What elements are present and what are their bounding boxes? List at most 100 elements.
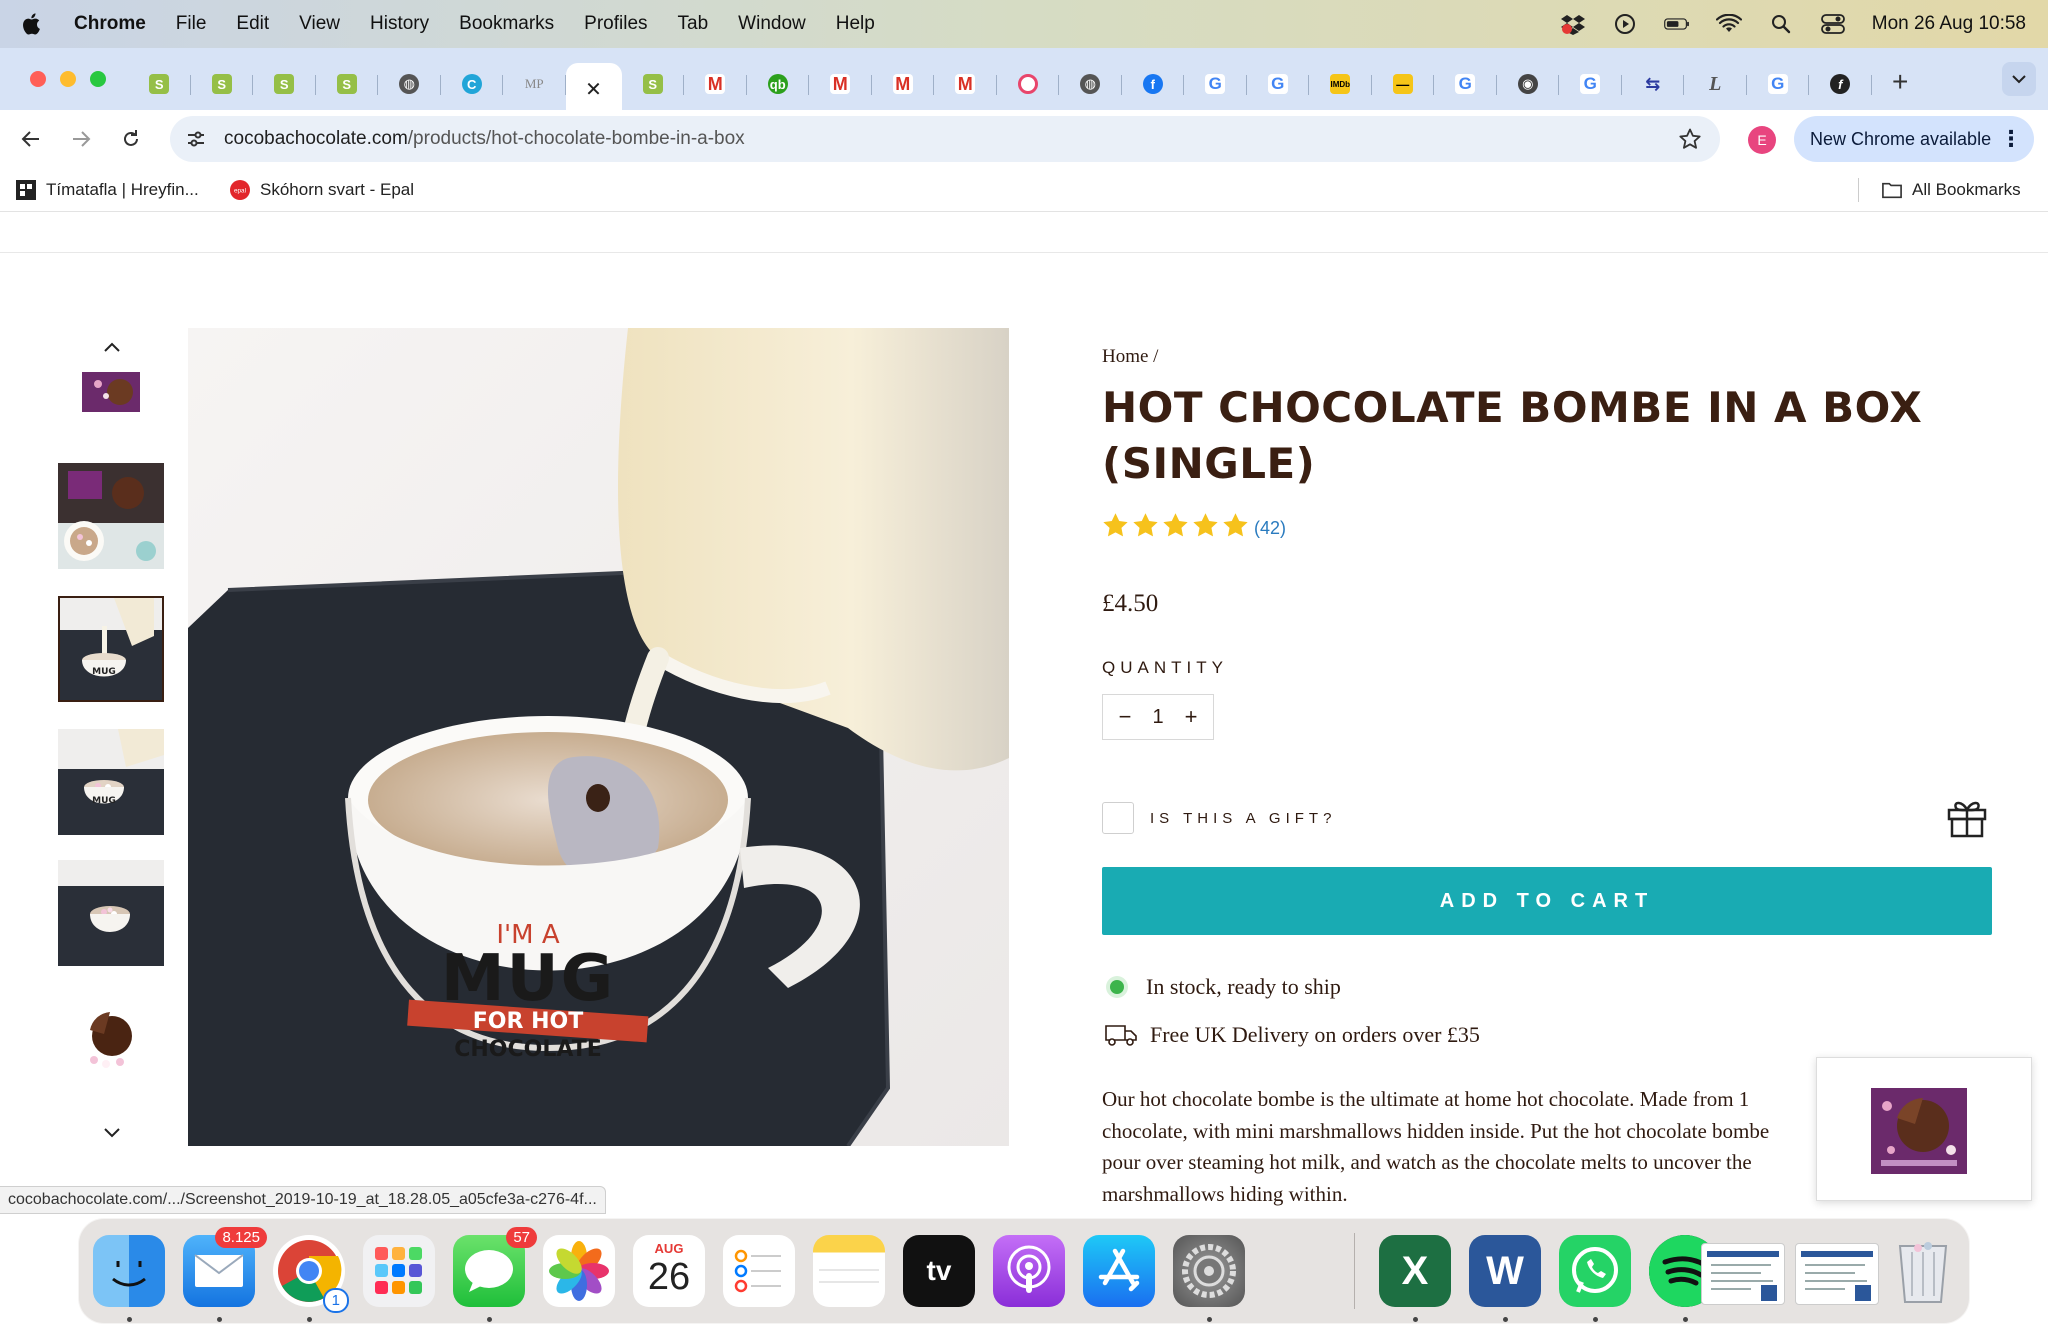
quantity-plus-button[interactable]: +	[1179, 704, 1203, 730]
calendar-icon[interactable]: AUG 26	[633, 1235, 705, 1307]
thumbnail-4[interactable]: MUG	[58, 729, 164, 835]
minimized-word-doc-2[interactable]	[1795, 1243, 1879, 1305]
tab-yellow[interactable]: —	[1372, 63, 1435, 105]
tab-globe-2[interactable]: ◍	[1059, 63, 1122, 105]
thumbnail-5[interactable]	[58, 860, 164, 966]
close-tab-icon[interactable]: ✕	[585, 77, 602, 102]
messages-icon[interactable]: 57	[453, 1227, 537, 1307]
tab-gmail-4[interactable]: M	[934, 63, 997, 105]
play-circle-icon[interactable]	[1612, 13, 1638, 35]
menu-app-name[interactable]: Chrome	[74, 13, 146, 35]
menu-history[interactable]: History	[370, 13, 429, 35]
tab-quickbooks[interactable]: qb	[747, 63, 810, 105]
spotlight-search-icon[interactable]	[1768, 13, 1794, 35]
tab-gmail-1[interactable]: M	[684, 63, 747, 105]
tab-google-5[interactable]: G	[1747, 63, 1810, 105]
tab-search-button[interactable]	[2002, 62, 2036, 96]
new-chrome-available-button[interactable]: New Chrome available ⋮	[1794, 116, 2034, 162]
tab-active-cocoba[interactable]: ✕	[565, 63, 622, 115]
trash-icon[interactable]	[1887, 1235, 1959, 1307]
breadcrumb[interactable]: Home /	[1102, 346, 1158, 368]
menubar-clock[interactable]: Mon 26 Aug 10:58	[1872, 13, 2026, 35]
tab-script[interactable]: L	[1684, 63, 1747, 105]
tab-shopify-2[interactable]: S	[191, 63, 254, 105]
dropbox-icon[interactable]	[1560, 13, 1586, 35]
tab-gmail-3[interactable]: M	[872, 63, 935, 105]
sticky-product-thumbnail[interactable]	[1816, 1057, 2032, 1201]
notes-icon[interactable]	[813, 1235, 885, 1307]
tab-mp[interactable]: MP	[503, 63, 566, 105]
tab-google-3[interactable]: G	[1434, 63, 1497, 105]
thumbnails-up-chevron-icon[interactable]	[100, 336, 124, 360]
tab-canva[interactable]: C	[441, 63, 504, 105]
gift-checkbox[interactable]	[1102, 802, 1134, 834]
star-rating[interactable]	[1102, 512, 1249, 538]
mail-icon[interactable]: 8.125	[183, 1227, 267, 1307]
main-product-image[interactable]: I'M A MUG FOR HOT CHOCOLATE	[188, 328, 1009, 1146]
apple-menu-icon[interactable]	[22, 12, 44, 36]
bookmark-star-icon[interactable]	[1678, 127, 1702, 156]
site-settings-icon[interactable]	[182, 125, 210, 153]
wifi-icon[interactable]	[1715, 13, 1742, 35]
tab-gmail-2[interactable]: M	[809, 63, 872, 105]
zoom-window-button[interactable]	[90, 71, 106, 87]
add-to-cart-button[interactable]: ADD TO CART	[1102, 867, 1992, 935]
photos-icon[interactable]	[543, 1235, 615, 1307]
reload-button[interactable]	[116, 124, 146, 154]
tab-shopify-5[interactable]: S	[622, 63, 685, 105]
tab-shopify-3[interactable]: S	[253, 63, 316, 105]
tab-google-2[interactable]: G	[1247, 63, 1310, 105]
tab-linear[interactable]: ⇆	[1622, 63, 1685, 105]
gift-option[interactable]: IS THIS A GIFT?	[1102, 802, 1336, 834]
forward-button[interactable]	[66, 124, 96, 154]
tab-shopify-1[interactable]: S	[128, 63, 191, 105]
bookmark-epal[interactable]: epal Skóhorn svart - Epal	[230, 180, 414, 200]
thumbnail-1[interactable]	[78, 362, 144, 424]
thumbnail-6[interactable]	[60, 996, 164, 1082]
minimized-word-doc-1[interactable]	[1701, 1243, 1785, 1305]
system-settings-icon[interactable]	[1173, 1235, 1245, 1307]
app-store-icon[interactable]	[1083, 1235, 1155, 1307]
back-button[interactable]	[16, 124, 46, 154]
url-text[interactable]: cocobachocolate.com/products/hot-chocola…	[224, 128, 745, 150]
thumbnails-down-chevron-icon[interactable]	[100, 1120, 124, 1144]
tab-chrome[interactable]: ◉	[1497, 63, 1560, 105]
word-icon[interactable]: W	[1469, 1235, 1541, 1307]
reviews-count-link[interactable]: (42)	[1254, 518, 1286, 539]
battery-icon[interactable]	[1663, 13, 1690, 35]
reminders-icon[interactable]	[723, 1235, 795, 1307]
tab-target[interactable]	[997, 63, 1060, 105]
tab-dark-f[interactable]: f	[1809, 63, 1872, 105]
tab-shopify-4[interactable]: S	[316, 63, 379, 105]
whatsapp-icon[interactable]	[1559, 1235, 1631, 1307]
menu-help[interactable]: Help	[836, 13, 875, 35]
minimize-window-button[interactable]	[60, 71, 76, 87]
tab-facebook[interactable]: f	[1122, 63, 1185, 105]
tab-globe-1[interactable]: ◍	[378, 63, 441, 105]
close-window-button[interactable]	[30, 71, 46, 87]
quantity-minus-button[interactable]: −	[1113, 704, 1137, 730]
bookmark-timatafla[interactable]: Tímatafla | Hreyfin...	[16, 180, 199, 200]
finder-icon[interactable]	[93, 1235, 165, 1307]
menu-bookmarks[interactable]: Bookmarks	[459, 13, 554, 35]
apple-tv-icon[interactable]: tv	[903, 1235, 975, 1307]
menu-view[interactable]: View	[299, 13, 340, 35]
address-bar[interactable]: cocobachocolate.com/products/hot-chocola…	[170, 116, 1720, 162]
new-tab-button[interactable]: +	[1892, 66, 1908, 98]
menu-window[interactable]: Window	[738, 13, 806, 35]
thumbnail-3-selected[interactable]: MUG	[58, 596, 164, 702]
menu-file[interactable]: File	[176, 13, 207, 35]
menu-profiles[interactable]: Profiles	[584, 13, 647, 35]
profile-avatar[interactable]: E	[1748, 126, 1776, 154]
launchpad-icon[interactable]	[363, 1235, 435, 1307]
tab-google-1[interactable]: G	[1184, 63, 1247, 105]
more-menu-icon[interactable]: ⋮	[2000, 126, 2022, 152]
all-bookmarks-button[interactable]: All Bookmarks	[1882, 180, 2021, 200]
excel-icon[interactable]: X	[1379, 1235, 1451, 1307]
menu-tab[interactable]: Tab	[678, 13, 709, 35]
tab-google-4[interactable]: G	[1559, 63, 1622, 105]
control-center-icon[interactable]	[1820, 13, 1846, 35]
tab-imdb[interactable]: IMDb	[1309, 63, 1372, 105]
chrome-dock-icon[interactable]: 1	[273, 1235, 349, 1313]
menu-edit[interactable]: Edit	[236, 13, 269, 35]
